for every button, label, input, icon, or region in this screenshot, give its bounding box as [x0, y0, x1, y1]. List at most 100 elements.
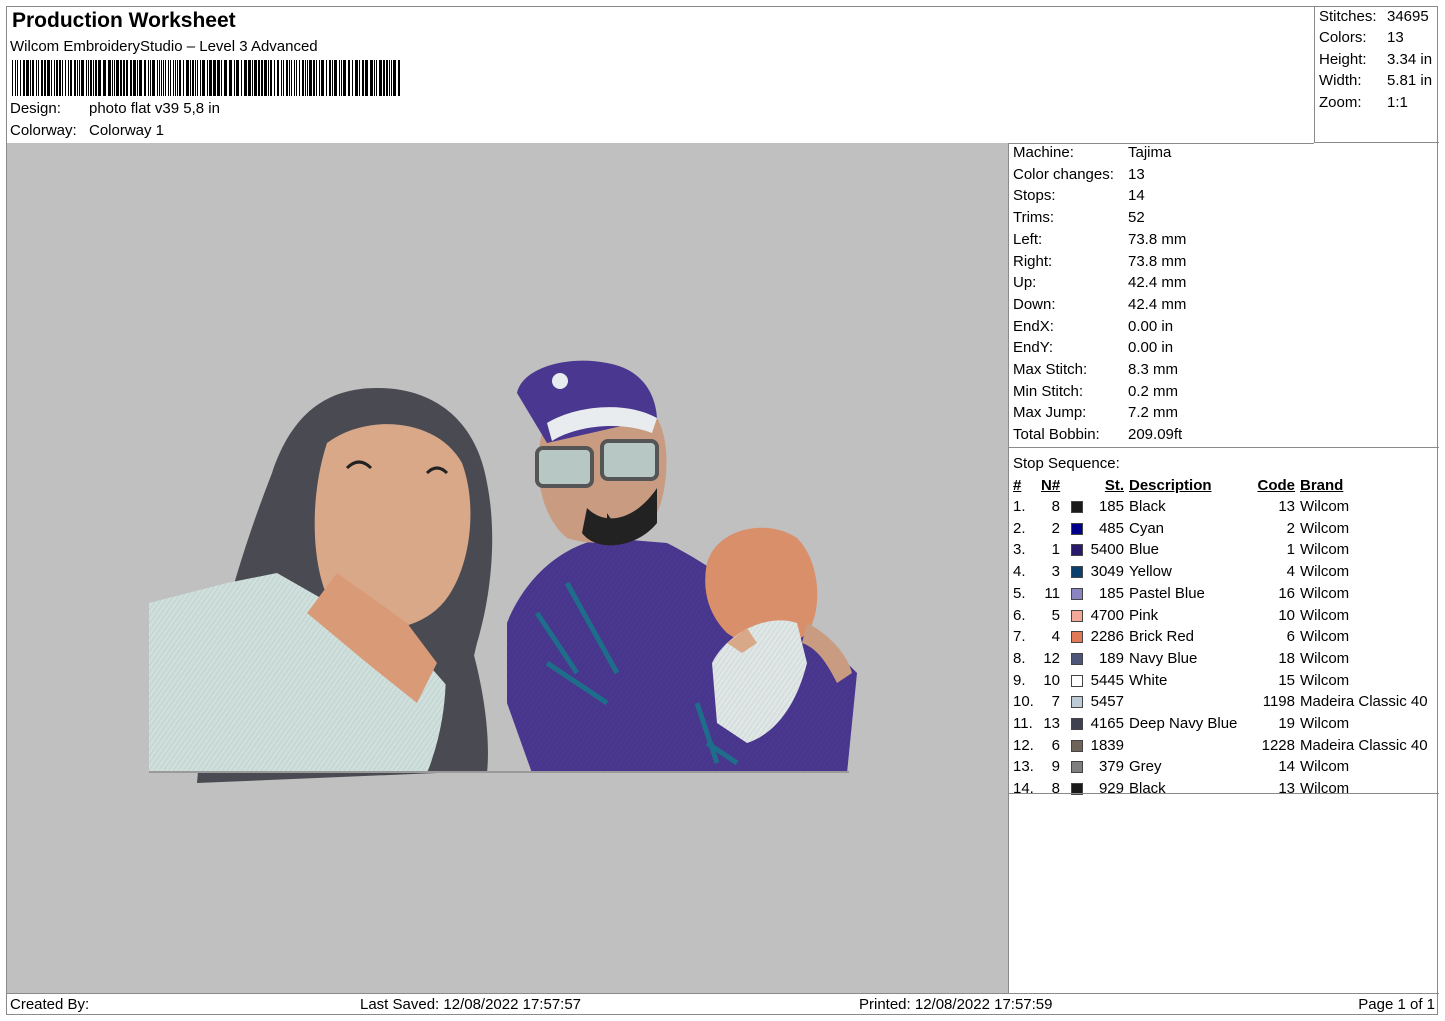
stop-index: 4.: [1013, 563, 1026, 581]
detail-value: 8.3 mm: [1128, 361, 1179, 378]
thread-code: 13: [1278, 498, 1295, 515]
detail-value: 0.00 in: [1128, 339, 1174, 357]
color-description: Black: [1129, 498, 1166, 515]
thread-code: 2: [1286, 519, 1295, 537]
thread-brand: Wilcom: [1300, 780, 1350, 798]
detail-label: Left:: [1013, 230, 1043, 248]
stop-index: 2.: [1013, 519, 1026, 537]
thread-code: 15: [1278, 671, 1295, 689]
stop-sequence-row: 8. 12 189 Navy Blue 18 Wilcom: [1009, 650, 1439, 670]
color-swatch: [1071, 566, 1083, 579]
thread-brand: Madeira Classic 40: [1300, 693, 1428, 711]
detail-value: 42.4 mm: [1128, 274, 1187, 292]
color-description: Blue: [1129, 541, 1160, 559]
stitch-count: 4700: [1090, 606, 1124, 624]
stop-index: 1.: [1013, 498, 1026, 515]
stop-index: 7.: [1013, 628, 1026, 646]
stitch-count: 5445: [1090, 671, 1124, 689]
detail-value: 52: [1128, 209, 1145, 227]
detail-row: EndY: 0.00 in: [1013, 339, 1173, 356]
column-header-st: St.: [1104, 477, 1124, 494]
column-header-code: Code: [1257, 477, 1296, 494]
detail-value: 13: [1128, 165, 1145, 183]
page-title: Production Worksheet: [12, 9, 236, 32]
detail-value: 209.09ft: [1128, 426, 1183, 444]
detail-label: Max Stitch:: [1013, 361, 1088, 378]
stop-sequence-row: 14. 8 929 Black 13 Wilcom: [1009, 780, 1439, 800]
worksheet-footer: Created By: Last Saved: 12/08/2022 17:57…: [7, 993, 1439, 1016]
detail-label: Color changes:: [1013, 165, 1114, 183]
detail-label: Total Bobbin:: [1013, 426, 1100, 444]
stop-sequence-row: 11. 13 4165 Deep Navy Blue 19 Wilcom: [1009, 715, 1439, 735]
stop-index: 13.: [1013, 758, 1034, 776]
thread-code: 19: [1278, 715, 1295, 732]
color-swatch: [1071, 587, 1083, 600]
color-description: Yellow: [1129, 563, 1172, 581]
needle-number: 5: [1051, 606, 1060, 624]
colorway-row: Colorway: Colorway 1: [10, 122, 164, 139]
stitch-count: 189: [1098, 649, 1124, 667]
color-swatch: [1071, 696, 1083, 709]
column-header-brand: Brand: [1300, 477, 1344, 494]
thread-code: 18: [1278, 649, 1295, 667]
stop-index: 12.: [1013, 736, 1034, 754]
color-swatch: [1071, 761, 1083, 774]
detail-row: Color changes: 13: [1013, 166, 1145, 183]
stop-sequence-row: 7. 4 2286 Brick Red 6 Wilcom: [1009, 628, 1439, 648]
thread-brand: Wilcom: [1300, 519, 1350, 537]
stat-height: Height: 3.34 in: [1319, 51, 1433, 68]
detail-value: 14: [1128, 187, 1145, 205]
color-description: Brick Red: [1129, 628, 1195, 646]
needle-number: 4: [1051, 628, 1060, 646]
detail-value: 0.2 mm: [1128, 382, 1179, 400]
color-swatch: [1071, 631, 1083, 644]
color-description: Pink: [1129, 606, 1159, 624]
color-swatch: [1071, 544, 1083, 557]
stop-sequence-row: 3. 1 5400 Blue 1 Wilcom: [1009, 541, 1439, 561]
color-description: Cyan: [1129, 519, 1165, 537]
stop-sequence-header: # N# St. Description Code Brand: [1009, 477, 1439, 497]
color-swatch: [1071, 609, 1083, 622]
column-header-n: N#: [1041, 477, 1061, 494]
section-divider: [1009, 793, 1439, 794]
thread-brand: Wilcom: [1300, 584, 1350, 602]
needle-number: 13: [1043, 715, 1060, 732]
needle-number: 8: [1051, 498, 1060, 515]
design-label: Design:: [10, 100, 61, 117]
thread-brand: Wilcom: [1300, 563, 1350, 581]
thread-code: 4: [1286, 563, 1295, 581]
stitch-count: 379: [1098, 758, 1124, 776]
color-swatch: [1071, 501, 1083, 513]
stitch-count: 1839: [1090, 736, 1124, 754]
detail-label: Right:: [1013, 252, 1053, 270]
stop-index: 6.: [1013, 606, 1026, 624]
stop-index: 10.: [1013, 693, 1034, 711]
thread-brand: Wilcom: [1300, 758, 1350, 776]
thread-brand: Wilcom: [1300, 541, 1350, 559]
stat-colors: Colors: 13: [1319, 29, 1404, 46]
color-description: Deep Navy Blue: [1129, 715, 1238, 732]
stop-sequence-row: 10. 7 5457 1198 Madeira Classic 40: [1009, 693, 1439, 713]
color-swatch: [1071, 739, 1083, 752]
color-swatch: [1071, 674, 1083, 687]
software-name: Wilcom EmbroideryStudio – Level 3 Advanc…: [10, 38, 318, 55]
column-header-desc: Description: [1129, 477, 1212, 494]
worksheet-header: Production Worksheet Wilcom EmbroiderySt…: [7, 7, 1314, 144]
needle-number: 7: [1051, 693, 1060, 711]
design-row: Design: photo flat v39 5,8 in: [10, 100, 220, 117]
thread-code: 10: [1278, 606, 1295, 624]
thread-brand: Wilcom: [1300, 715, 1350, 732]
detail-value: 42.4 mm: [1128, 295, 1187, 313]
detail-row: Stops: 14: [1013, 187, 1145, 204]
stitch-count: 485: [1098, 519, 1124, 537]
thread-brand: Wilcom: [1300, 628, 1350, 646]
colorway-label: Colorway:: [10, 122, 77, 139]
stitch-count: 3049: [1090, 563, 1124, 581]
stitch-count: 5400: [1090, 541, 1124, 559]
stop-index: 9.: [1013, 671, 1026, 689]
colorway-value: Colorway 1: [89, 122, 165, 139]
detail-label: EndX:: [1013, 317, 1054, 335]
detail-row: EndX: 0.00 in: [1013, 318, 1173, 335]
detail-label: Min Stitch:: [1013, 382, 1084, 400]
detail-label: Down:: [1013, 295, 1056, 313]
